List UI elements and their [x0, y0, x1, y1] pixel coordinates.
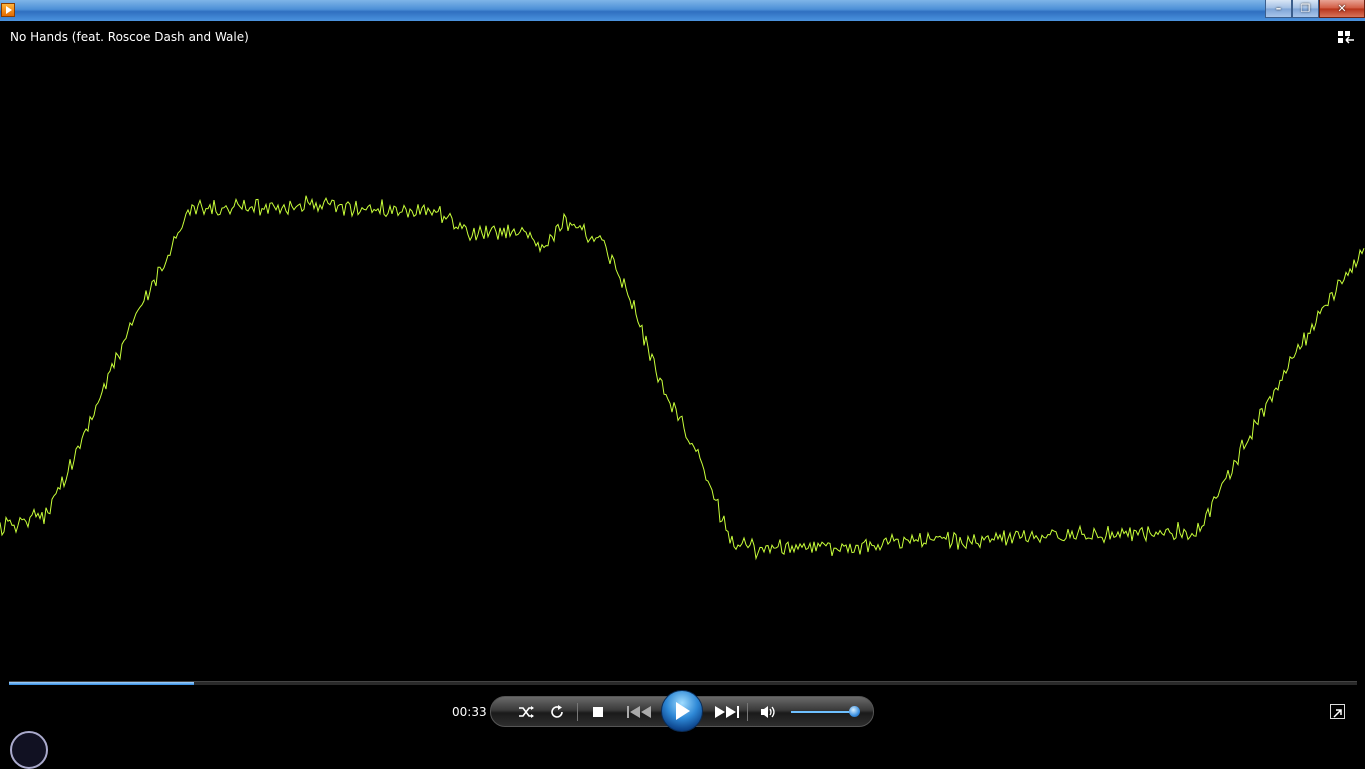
play-button[interactable] [661, 690, 703, 732]
previous-button[interactable] [619, 697, 659, 726]
switch-to-library-icon[interactable] [1337, 29, 1355, 46]
next-button[interactable] [707, 697, 747, 726]
start-orb[interactable] [10, 731, 48, 769]
repeat-button[interactable] [544, 697, 570, 726]
waveform-line [0, 195, 1365, 561]
volume-knob[interactable] [848, 706, 860, 717]
mute-button[interactable] [755, 697, 781, 726]
shuffle-icon [519, 705, 534, 718]
next-icon [715, 705, 739, 718]
seek-bar[interactable] [9, 681, 1357, 685]
stop-button[interactable] [585, 697, 611, 726]
fullscreen-icon [1333, 709, 1342, 718]
play-icon [676, 702, 690, 720]
shuffle-button[interactable] [513, 697, 539, 726]
volume-level [791, 711, 854, 713]
stop-icon [593, 706, 603, 717]
elapsed-time: 00:33 [452, 705, 487, 719]
fullscreen-button[interactable] [1330, 704, 1345, 719]
control-separator [747, 703, 748, 721]
waveform-visualization [0, 195, 1365, 561]
track-title: No Hands (feat. Roscoe Dash and Wale) [10, 30, 249, 44]
seek-progress [9, 682, 194, 685]
previous-icon [627, 705, 651, 718]
repeat-icon [551, 704, 563, 718]
control-separator [577, 703, 578, 721]
volume-slider[interactable] [791, 706, 860, 717]
speaker-icon [761, 705, 775, 718]
